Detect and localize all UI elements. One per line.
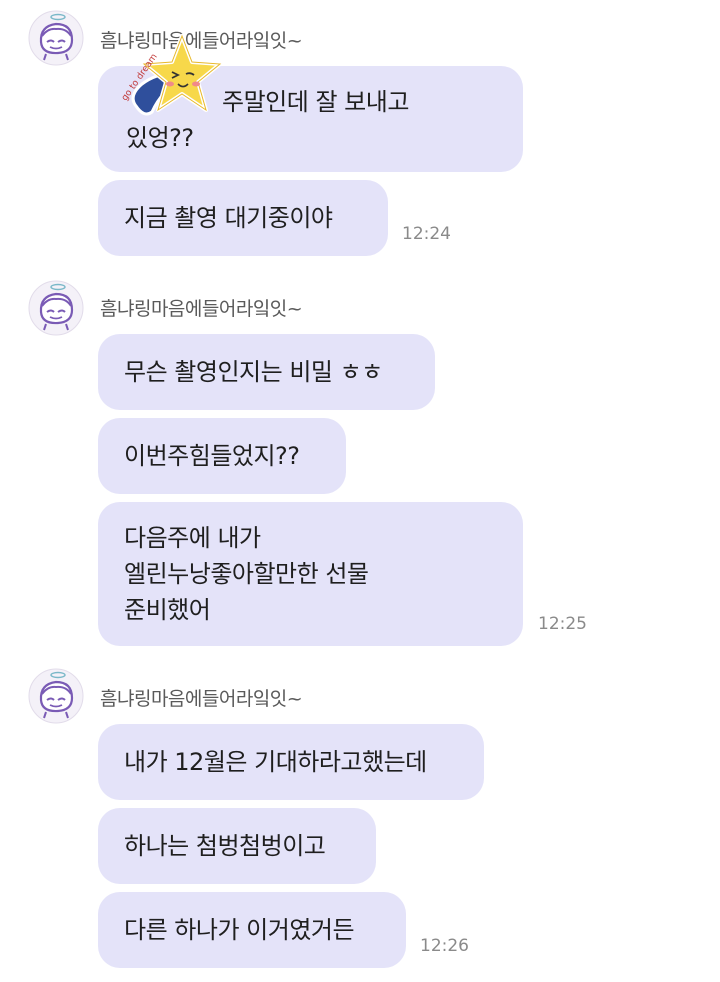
- sender-name: 흠냐링마음에들어라잌잇~: [100, 298, 303, 320]
- avatar-cartoon-icon: [28, 10, 84, 66]
- message-text: 이번주힘들었지??: [124, 442, 300, 470]
- message-line: 다음주에 내가: [124, 524, 261, 552]
- message-time: 12:24: [402, 224, 451, 244]
- message-text: 내가 12월은 기대하라고했는데: [124, 748, 427, 776]
- message-bubble[interactable]: 내가 12월은 기대하라고했는데: [98, 724, 484, 800]
- message-bubble[interactable]: 다음주에 내가 엘린누낭좋아할만한 선물 준비했어: [98, 502, 523, 646]
- avatar[interactable]: [28, 10, 84, 66]
- message-bubble[interactable]: 하나는 첨벙첨벙이고: [98, 808, 376, 884]
- message-text: 무슨 촬영인지는 비밀 ㅎㅎ: [124, 358, 383, 386]
- message-bubble[interactable]: 이번주힘들었지??: [98, 418, 346, 494]
- chat-screen: 흠냐링마음에들어라잌잇~ 주말인데 잘 보내고 있엉?? go to dream…: [0, 0, 720, 982]
- message-line: 엘린누낭좋아할만한 선물: [124, 560, 369, 588]
- shooting-star-sticker-icon: go to dream: [120, 34, 222, 116]
- message-text: 지금 촬영 대기중이야: [124, 204, 333, 232]
- message-time: 12:25: [538, 614, 587, 634]
- message-time: 12:26: [420, 936, 469, 956]
- message-text: 다른 하나가 이거였거든: [124, 916, 355, 944]
- sender-name: 흠냐링마음에들어라잌잇~: [100, 688, 303, 710]
- avatar[interactable]: [28, 668, 84, 724]
- avatar-cartoon-icon: [28, 668, 84, 724]
- avatar-cartoon-icon: [28, 280, 84, 336]
- message-bubble[interactable]: 지금 촬영 대기중이야: [98, 180, 388, 256]
- message-text: 하나는 첨벙첨벙이고: [124, 832, 326, 860]
- message-bubble[interactable]: 다른 하나가 이거였거든: [98, 892, 406, 968]
- avatar[interactable]: [28, 280, 84, 336]
- message-line: 준비했어: [124, 596, 211, 624]
- message-bubble[interactable]: 무슨 촬영인지는 비밀 ㅎㅎ: [98, 334, 435, 410]
